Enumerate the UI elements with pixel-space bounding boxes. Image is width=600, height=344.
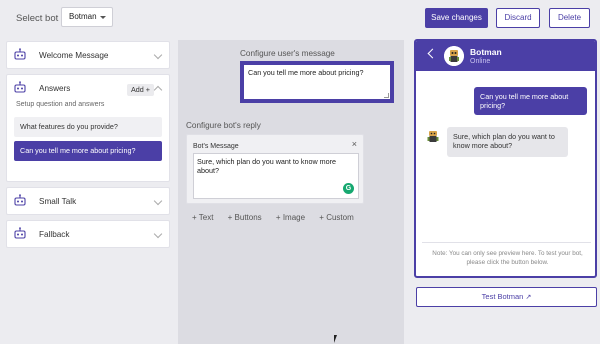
section-title: Welcome Message bbox=[39, 51, 109, 60]
bot-avatar-small-icon bbox=[427, 131, 439, 142]
configure-bot-label: Configure bot's reply bbox=[186, 121, 261, 130]
bot-message-title: Bot's Message bbox=[193, 143, 239, 150]
bot-select-dropdown[interactable]: Botman bbox=[61, 7, 113, 27]
back-arrow-icon[interactable] bbox=[427, 48, 438, 59]
user-chat-bubble: Can you tell me more about pricing? bbox=[474, 87, 587, 115]
chat-preview-header: Botman Online bbox=[416, 41, 595, 71]
close-icon[interactable]: × bbox=[352, 139, 357, 149]
bot-name: Botman bbox=[470, 47, 502, 57]
chevron-down-icon[interactable] bbox=[153, 229, 163, 239]
caret-down-icon bbox=[100, 16, 106, 19]
question-item-selected[interactable]: Can you tell me more about pricing? bbox=[14, 141, 162, 161]
chevron-up-icon[interactable] bbox=[153, 85, 163, 95]
section-small-talk[interactable]: Small Talk bbox=[6, 187, 170, 215]
divider bbox=[422, 242, 591, 243]
mouse-cursor-icon bbox=[334, 335, 340, 343]
user-message-input[interactable]: Can you tell me more about pricing? bbox=[240, 61, 394, 103]
add-content-row: + Text + Buttons + Image + Custom bbox=[192, 213, 366, 222]
answers-subtitle: Setup question and answers bbox=[16, 101, 105, 108]
bot-message-input[interactable]: Sure, which plan do you want to know mor… bbox=[193, 153, 359, 199]
section-title: Answers bbox=[39, 84, 71, 93]
bot-avatar bbox=[444, 46, 464, 66]
test-bot-button[interactable]: Test Botman ↗ bbox=[416, 287, 597, 307]
question-item[interactable]: What features do you provide? bbox=[14, 117, 162, 137]
grammarly-icon[interactable]: G bbox=[343, 183, 354, 194]
robot-icon bbox=[14, 194, 26, 206]
section-answers: Answers Add + Setup question and answers… bbox=[6, 74, 170, 182]
section-fallback[interactable]: Fallback bbox=[6, 220, 170, 248]
add-buttons-button[interactable]: + Buttons bbox=[228, 213, 262, 222]
user-message-text: Can you tell me more about pricing? bbox=[248, 68, 364, 77]
add-image-button[interactable]: + Image bbox=[276, 213, 305, 222]
discard-button[interactable]: Discard bbox=[496, 8, 540, 28]
top-bar: Select bot Botman Save changes Discard D… bbox=[0, 0, 600, 37]
bot-status: Online bbox=[470, 58, 491, 65]
section-title: Small Talk bbox=[39, 197, 77, 206]
preview-note: Note: You can only see preview here. To … bbox=[432, 250, 583, 266]
select-bot-label: Select bot bbox=[16, 13, 59, 24]
add-text-button[interactable]: + Text bbox=[192, 213, 213, 222]
delete-button[interactable]: Delete bbox=[549, 8, 590, 28]
chevron-down-icon[interactable] bbox=[153, 50, 163, 60]
robot-icon bbox=[14, 81, 26, 93]
configure-user-label: Configure user's message bbox=[240, 49, 335, 58]
chevron-down-icon[interactable] bbox=[153, 196, 163, 206]
section-list: Welcome Message Answers Add + Setup ques… bbox=[6, 41, 170, 253]
save-changes-button[interactable]: Save changes bbox=[425, 8, 488, 28]
external-link-icon: ↗ bbox=[525, 294, 532, 301]
resize-handle-icon[interactable] bbox=[384, 93, 389, 98]
bot-message-card: Bot's Message × Sure, which plan do you … bbox=[186, 134, 364, 204]
robot-icon bbox=[14, 227, 26, 239]
bot-select-value: Botman bbox=[69, 12, 97, 21]
editor-panel: Configure user's message Can you tell me… bbox=[178, 40, 404, 344]
chat-preview: Botman Online Can you tell me more about… bbox=[414, 39, 597, 278]
test-bot-label: Test Botman bbox=[481, 292, 524, 301]
section-title: Fallback bbox=[39, 230, 70, 239]
bot-chat-bubble: Sure, which plan do you want to know mor… bbox=[447, 127, 568, 157]
add-answer-button[interactable]: Add + bbox=[127, 84, 154, 96]
add-custom-button[interactable]: + Custom bbox=[319, 213, 353, 222]
bot-avatar-icon bbox=[444, 46, 464, 66]
bot-message-text: Sure, which plan do you want to know mor… bbox=[197, 157, 337, 175]
robot-icon bbox=[14, 48, 26, 60]
section-welcome-message[interactable]: Welcome Message bbox=[6, 41, 170, 69]
